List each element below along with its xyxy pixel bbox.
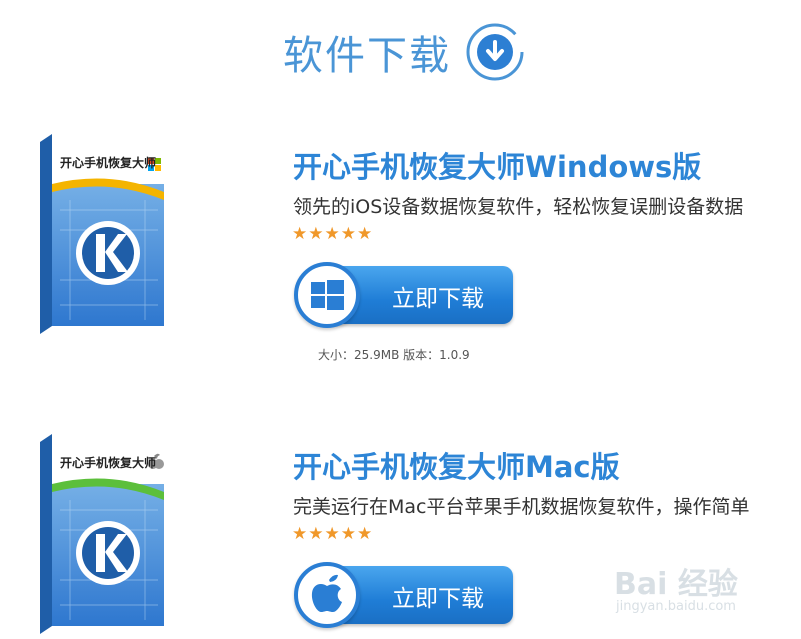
watermark-url: jingyan.baidu.com <box>616 599 736 614</box>
box-title-text: 开心手机恢复大师 <box>60 456 157 470</box>
product-title: 开心手机恢复大师Windows版 <box>293 150 702 184</box>
section-header: 软件下载 <box>283 22 525 82</box>
download-button-label[interactable]: 立即下载 <box>392 279 484 313</box>
windows-icon[interactable] <box>294 262 360 328</box>
download-circle-icon <box>465 22 525 82</box>
product-description: 完美运行在Mac平台苹果手机数据恢复软件，操作简单 <box>293 496 750 518</box>
rating-stars: ★★★★★ <box>292 524 374 544</box>
file-info: 大小：25.9MB 版本：1.0.9 <box>318 348 470 362</box>
download-page: 软件下载 开心手机恢复大师 开心手机恢复大师Windows版 领先的iOS设备数… <box>0 0 801 639</box>
watermark-logo: Bai 经验 <box>614 567 738 602</box>
product-description: 领先的iOS设备数据恢复软件，轻松恢复误删设备数据 <box>293 196 744 218</box>
baidu-watermark: Bai 经验 jingyan.baidu.com <box>606 553 786 623</box>
product-title: 开心手机恢复大师Mac版 <box>293 450 620 484</box>
section-title: 软件下载 <box>283 33 451 79</box>
apple-icon[interactable] <box>294 562 360 628</box>
box-title-text: 开心手机恢复大师 <box>60 156 157 170</box>
rating-stars: ★★★★★ <box>292 224 374 244</box>
download-button-label[interactable]: 立即下载 <box>392 579 484 613</box>
download-windows-button[interactable]: 立即下载 <box>294 262 513 328</box>
download-mac-button[interactable]: 立即下载 <box>294 562 513 628</box>
